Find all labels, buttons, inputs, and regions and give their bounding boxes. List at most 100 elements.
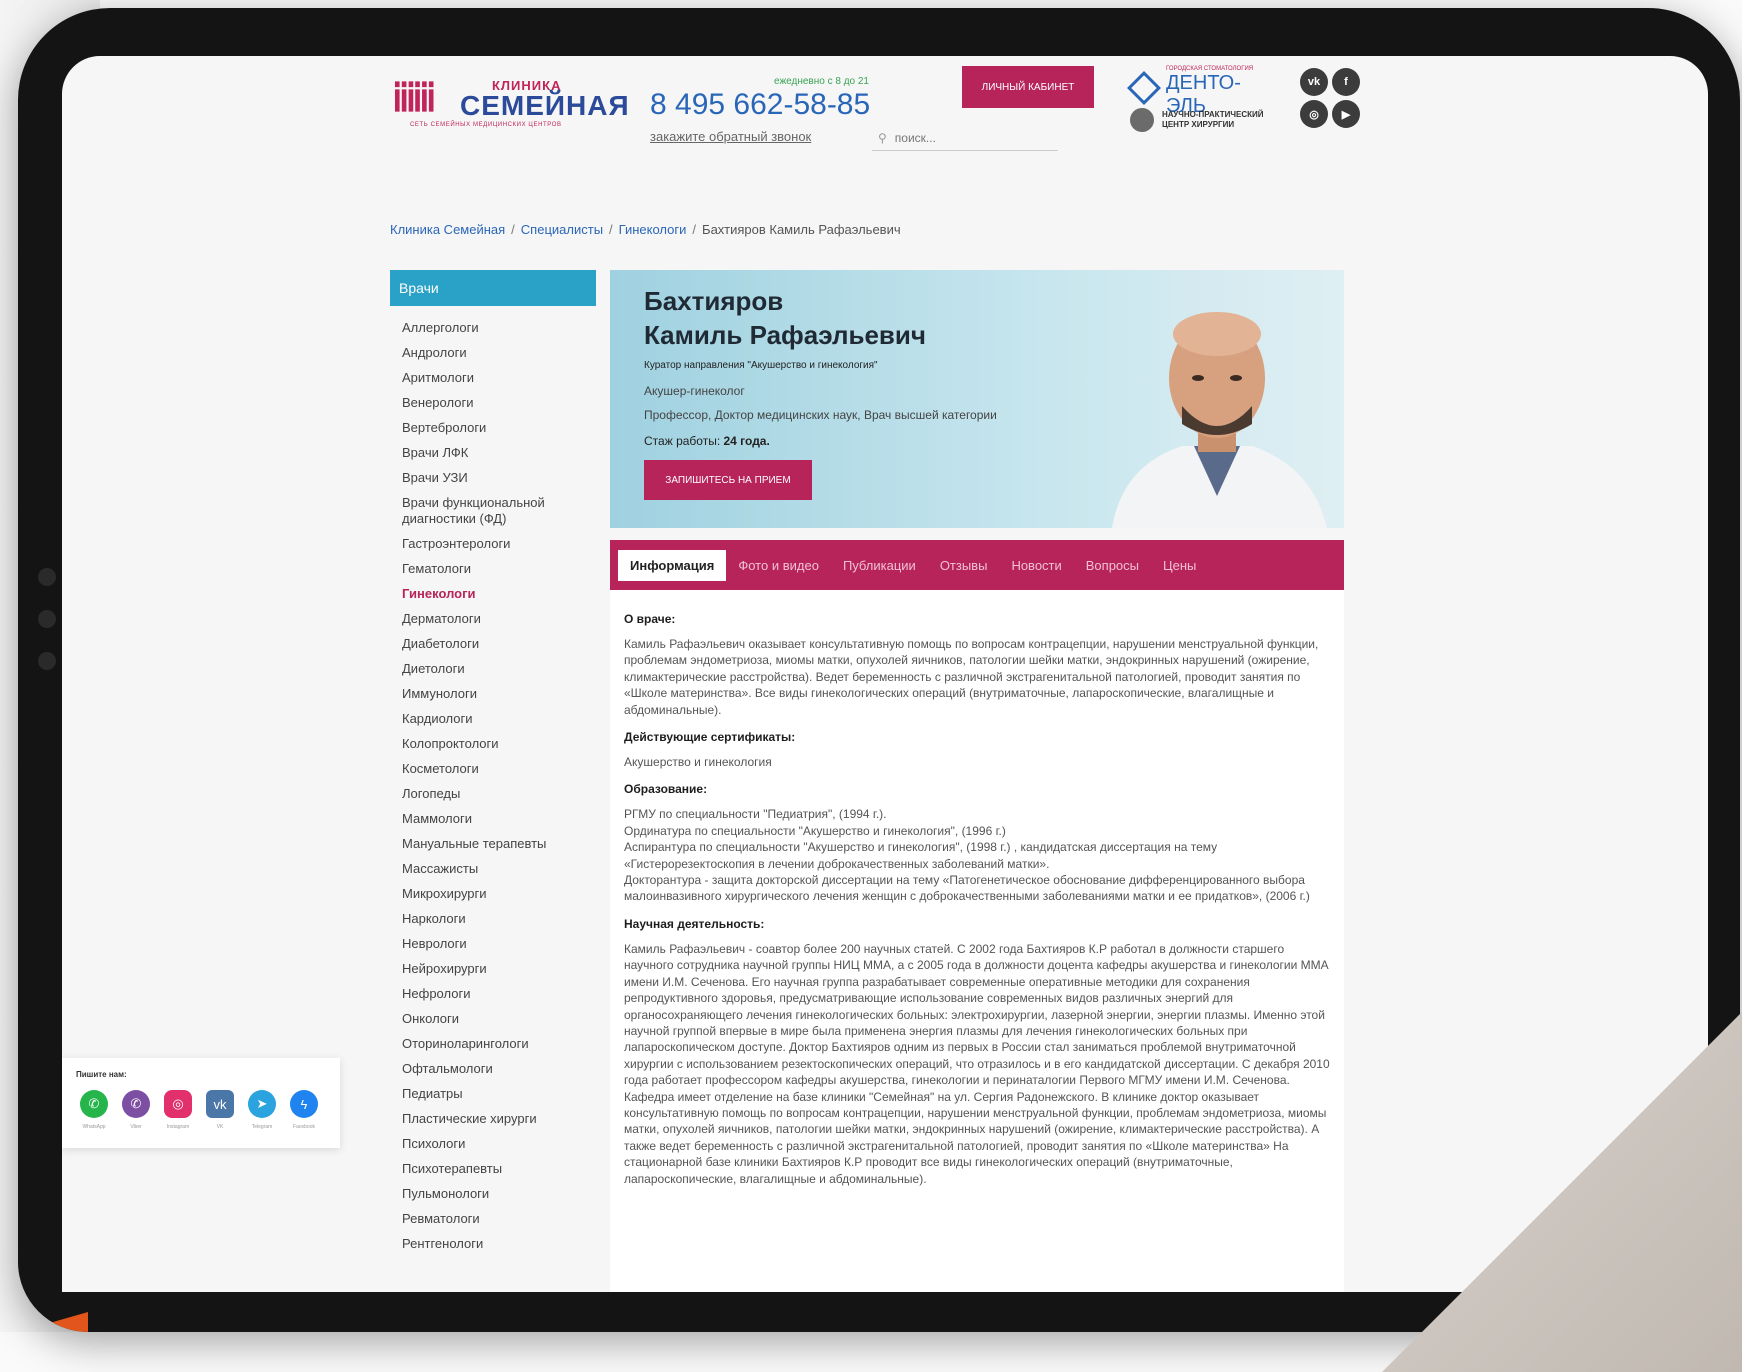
search-icon: ⚲ [878, 131, 887, 145]
doctor-experience: Стаж работы: 24 года. [644, 434, 770, 448]
search-box[interactable]: ⚲ [872, 126, 1058, 151]
sidebar-item[interactable]: Массажисты [402, 861, 602, 877]
sidebar-item[interactable]: Дерматологи [402, 611, 602, 627]
whatsapp-link[interactable]: ✆ WhatsApp [78, 1090, 110, 1130]
breadcrumb-gynecologists[interactable]: Гинекологи [619, 222, 687, 237]
logo-name: СЕМЕЙНАЯ [460, 90, 630, 121]
education-text: РГМУ по специальности "Педиатрия", (1994… [624, 807, 1310, 904]
sidebar-item[interactable]: Диабетологи [402, 636, 602, 652]
sidebar-title[interactable]: Врачи [390, 270, 596, 306]
clinic-logo[interactable]: ⅲⅲ КЛИНИКА СЕМЕЙНАЯ СЕТЬ СЕМЕЙНЫХ МЕДИЦИ… [392, 74, 629, 132]
doctor-tabs: Информация Фото и видео Публикации Отзыв… [610, 540, 1344, 590]
instagram-link[interactable]: ◎ Instagram [162, 1090, 194, 1130]
breadcrumb-separator: / [609, 222, 613, 237]
tab-publications[interactable]: Публикации [831, 550, 928, 581]
sidebar-item[interactable]: Онкологи [402, 1011, 602, 1027]
working-hours: ежедневно с 8 до 21 [774, 76, 869, 87]
sidebar-item[interactable]: Колопроктологи [402, 736, 602, 752]
sidebar-item[interactable]: Пульмонологи [402, 1186, 602, 1202]
viber-label: Viber [130, 1124, 142, 1130]
instagram-icon[interactable]: ◎ [1300, 100, 1328, 128]
sidebar-item[interactable]: Ревматологи [402, 1211, 602, 1227]
sidebar-item[interactable]: Логопеды [402, 786, 602, 802]
instagram-icon: ◎ [164, 1090, 192, 1118]
vk-icon: vk [206, 1090, 234, 1118]
doctor-info-content: О враче: Камиль Рафаэльевич оказывает ко… [610, 590, 1344, 1292]
breadcrumb-specialists[interactable]: Специалисты [521, 222, 603, 237]
sidebar-item[interactable]: Гематологи [402, 561, 602, 577]
sidebar-item[interactable]: Косметологи [402, 761, 602, 777]
breadcrumb-home[interactable]: Клиника Семейная [390, 222, 505, 237]
surgery-center-name: НАУЧНО-ПРАКТИЧЕСКИЙ ЦЕНТР ХИРУРГИИ [1162, 110, 1264, 129]
doctor-name: Бахтияров Камиль Рафаэльевич [644, 286, 926, 350]
surgery-center-icon [1130, 108, 1154, 132]
sidebar-item[interactable]: Пластические хирурги [402, 1111, 602, 1127]
sidebar-item[interactable]: Офтальмологи [402, 1061, 602, 1077]
doctor-curator: Куратор направления "Акушерство и гинеко… [644, 360, 878, 371]
vk-link[interactable]: vk VK [204, 1090, 236, 1130]
breadcrumb-separator: / [511, 222, 515, 237]
science-text: Камиль Рафаэльевич - соавтор более 200 н… [624, 941, 1330, 1186]
sidebar-item-active[interactable]: Гинекологи [402, 586, 602, 602]
sidebar-item[interactable]: Гастроэнтерологи [402, 536, 602, 552]
messenger-link[interactable]: ϟ Facebook [288, 1090, 320, 1130]
breadcrumb-separator: / [692, 222, 697, 237]
appointment-button[interactable]: запишитесь на прием [644, 460, 812, 500]
science-heading: Научная деятельность: [624, 916, 765, 931]
tablet-frame: ⅲⅲ КЛИНИКА СЕМЕЙНАЯ СЕТЬ СЕМЕЙНЫХ МЕДИЦИ… [18, 8, 1740, 1332]
sidebar-item[interactable]: Наркологи [402, 911, 602, 927]
sidebar-item[interactable]: Нефрологи [402, 986, 602, 1002]
logo-figures-icon: ⅲⅲ [392, 78, 436, 120]
sidebar-item[interactable]: Педиатры [402, 1086, 602, 1102]
tab-reviews[interactable]: Отзывы [928, 550, 1000, 581]
tab-news[interactable]: Новости [999, 550, 1073, 581]
phone-number[interactable]: 8 495 662-58-85 [650, 88, 870, 122]
tab-questions[interactable]: Вопросы [1074, 550, 1151, 581]
sidebar-item[interactable]: Андрологи [402, 345, 602, 361]
sidebar-item[interactable]: Оториноларингологи [402, 1036, 602, 1052]
sidebar-item[interactable]: Врачи УЗИ [402, 470, 602, 486]
sidebar-item[interactable]: Венерологи [402, 395, 602, 411]
sidebar-item[interactable]: Диетологи [402, 661, 602, 677]
sidebar-item[interactable]: Аллергологи [402, 320, 602, 336]
sidebar-item[interactable]: Аритмологи [402, 370, 602, 386]
telegram-link[interactable]: ➤ Telegram [246, 1090, 278, 1130]
youtube-icon[interactable]: ▶ [1332, 100, 1360, 128]
callback-link[interactable]: закажите обратный звонок [650, 129, 811, 144]
whatsapp-icon: ✆ [80, 1090, 108, 1118]
search-input[interactable] [892, 130, 1047, 146]
sidebar-item[interactable]: Иммунологи [402, 686, 602, 702]
sidebar-item[interactable]: Микрохирурги [402, 886, 602, 902]
sidebar-item[interactable]: Психотерапевты [402, 1161, 602, 1177]
viber-icon: ✆ [122, 1090, 150, 1118]
sidebar-item[interactable]: Нейрохирурги [402, 961, 602, 977]
viber-link[interactable]: ✆ Viber [120, 1090, 152, 1130]
personal-cabinet-button[interactable]: личный кабинет [962, 66, 1094, 108]
messenger-icons: ✆ WhatsApp ✆ Viber ◎ Instagram vk VK ➤ Telegr… [78, 1090, 330, 1130]
sidebar-item[interactable]: Мануальные терапевты [402, 836, 602, 852]
messenger-widget: Пишите нам: ✆ WhatsApp ✆ Viber ◎ Instagram … [62, 1058, 340, 1148]
sidebar-item[interactable]: Врачи ЛФК [402, 445, 602, 461]
sidebar-item[interactable]: Маммологи [402, 811, 602, 827]
sidebar-item[interactable]: Вертебрологи [402, 420, 602, 436]
sidebar-item[interactable]: Врачи функциональной диагностики (ФД) [402, 495, 602, 527]
facebook-icon[interactable]: f [1332, 68, 1360, 96]
partner-logos[interactable]: ГОРОДСКАЯ СТОМАТОЛОГИЯ ДЕНТО-ЭЛЬ НАУЧНО-… [1127, 64, 1278, 134]
browser-screen: ⅲⅲ КЛИНИКА СЕМЕЙНАЯ СЕТЬ СЕМЕЙНЫХ МЕДИЦИ… [62, 56, 1708, 1292]
sidebar-item[interactable]: Кардиологи [402, 711, 602, 727]
logo-tagline: СЕТЬ СЕМЕЙНЫХ МЕДИЦИНСКИХ ЦЕНТРОВ [410, 122, 562, 128]
vk-icon[interactable]: vk [1300, 68, 1328, 96]
tab-prices[interactable]: Цены [1151, 550, 1208, 581]
sidebar-item[interactable]: Рентгенологи [402, 1236, 602, 1252]
education-heading: Образование: [624, 782, 708, 797]
tab-photo-video[interactable]: Фото и видео [726, 550, 831, 581]
widget-title: Пишите нам: [76, 1070, 127, 1079]
certificates-text: Акушерство и гинекология [624, 755, 772, 770]
breadcrumb-current: Бахтияров Камиль Рафаэльевич [702, 222, 901, 237]
sidebar-item[interactable]: Психологи [402, 1136, 602, 1152]
about-text: Камиль Рафаэльевич оказывает консультати… [624, 637, 1319, 717]
vk-label: VK [216, 1124, 224, 1130]
tab-info[interactable]: Информация [618, 549, 727, 581]
sidebar-item[interactable]: Неврологи [402, 936, 602, 952]
breadcrumb: Клиника Семейная / Специалисты / Гинекологи /… [390, 222, 901, 237]
